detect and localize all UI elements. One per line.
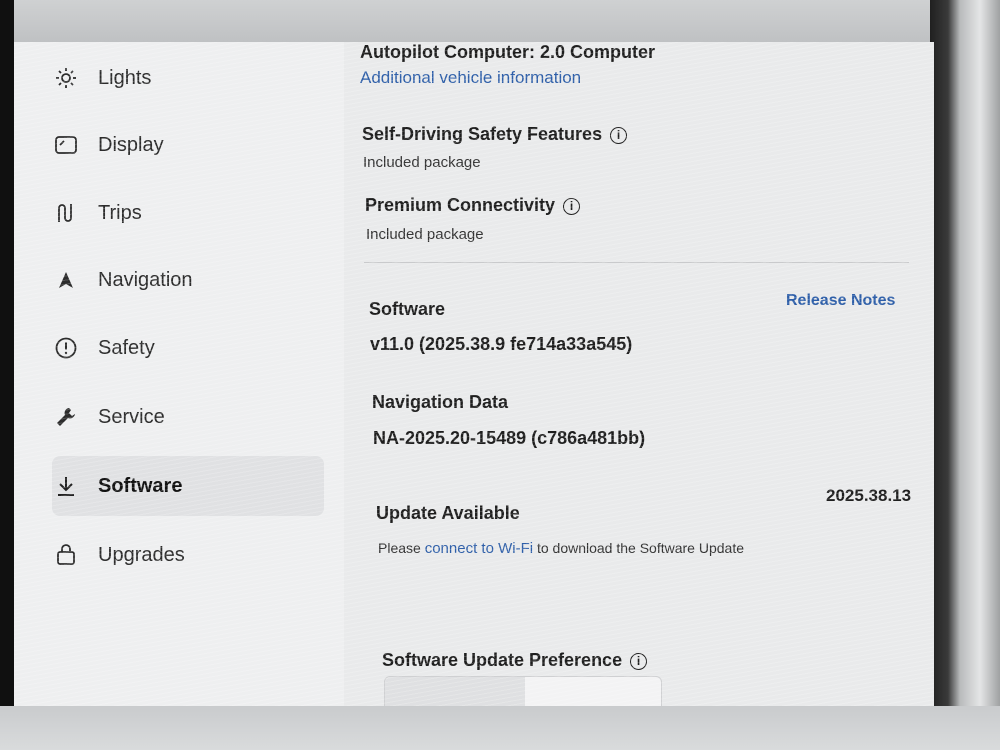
update-version: 2025.38.13 (826, 486, 912, 505)
software-version: v11.0 (2025.38.9 fe714a33a545) (370, 334, 633, 354)
alert-circle-icon (52, 334, 80, 362)
main-panel: Autopilot Computer: 2.0 Computer Additio… (344, 42, 934, 706)
sidebar-item-label: Trips (98, 201, 142, 224)
update-message: Please connect to Wi-Fi to download the … (378, 540, 744, 557)
additional-info-link[interactable]: Additional vehicle information (360, 68, 581, 88)
wrench-icon (52, 403, 80, 431)
trips-icon (52, 199, 80, 227)
update-message-suffix: to download the Software Update (533, 540, 744, 556)
update-preference-selector[interactable] (384, 676, 662, 706)
update-message-prefix: Please (378, 540, 425, 556)
preference-segment[interactable] (385, 677, 525, 706)
display-icon (52, 131, 80, 159)
navigation-arrow-icon (52, 266, 80, 294)
sidebar-item-label: Safety (98, 336, 155, 359)
autopilot-computer-label: Autopilot Computer: 2.0 Computer (360, 42, 655, 62)
shopping-bag-icon (52, 541, 80, 569)
info-icon[interactable]: i (563, 197, 581, 215)
sidebar-item-trips[interactable]: Trips (52, 183, 324, 243)
sidebar-item-label: Upgrades (98, 543, 185, 566)
connect-wifi-link[interactable]: connect to Wi-Fi (425, 540, 533, 557)
divider (364, 262, 909, 263)
bezel-left (0, 0, 14, 750)
navigation-data-version: NA-2025.20-15489 (c786a481bb) (373, 428, 646, 448)
sidebar-item-software[interactable]: Software (52, 456, 324, 516)
info-icon[interactable]: i (610, 126, 628, 144)
package-title-text: Premium Connectivity (365, 195, 556, 215)
sidebar-item-label: Display (98, 133, 164, 156)
sidebar-item-label: Navigation (98, 268, 193, 291)
update-preference-label: Software Update Preference (382, 650, 623, 670)
package-title-text: Self-Driving Safety Features (362, 124, 603, 144)
bezel-bottom (0, 706, 1000, 750)
sidebar-item-lights[interactable]: Lights (52, 48, 324, 108)
sidebar-item-service[interactable]: Service (52, 387, 324, 447)
software-label: Software (369, 299, 446, 319)
update-available-label: Update Available (376, 503, 520, 523)
bezel-top (0, 0, 1000, 42)
sidebar-item-safety[interactable]: Safety (52, 318, 324, 378)
sidebar: Lights Display Trips Navigation Safety S… (14, 42, 344, 706)
package-title: Premium Connectivity i (365, 195, 581, 216)
sun-icon (52, 64, 80, 92)
bezel-right (930, 0, 1000, 750)
package-status: Included package (363, 154, 481, 171)
info-icon[interactable]: i (630, 652, 648, 670)
navigation-data-label: Navigation Data (372, 392, 509, 412)
sidebar-item-navigation[interactable]: Navigation (52, 250, 324, 310)
sidebar-item-display[interactable]: Display (52, 115, 324, 175)
download-icon (52, 472, 80, 500)
sidebar-item-label: Software (98, 474, 183, 497)
package-title: Self-Driving Safety Features i (362, 124, 628, 145)
sidebar-item-upgrades[interactable]: Upgrades (52, 525, 324, 585)
release-notes-link[interactable]: Release Notes (786, 292, 895, 310)
update-preference: Software Update Preference i (382, 650, 648, 671)
sidebar-item-label: Lights (98, 66, 152, 89)
screen: Lights Display Trips Navigation Safety S… (14, 42, 934, 706)
sidebar-item-label: Service (98, 405, 165, 428)
package-status: Included package (366, 226, 484, 243)
